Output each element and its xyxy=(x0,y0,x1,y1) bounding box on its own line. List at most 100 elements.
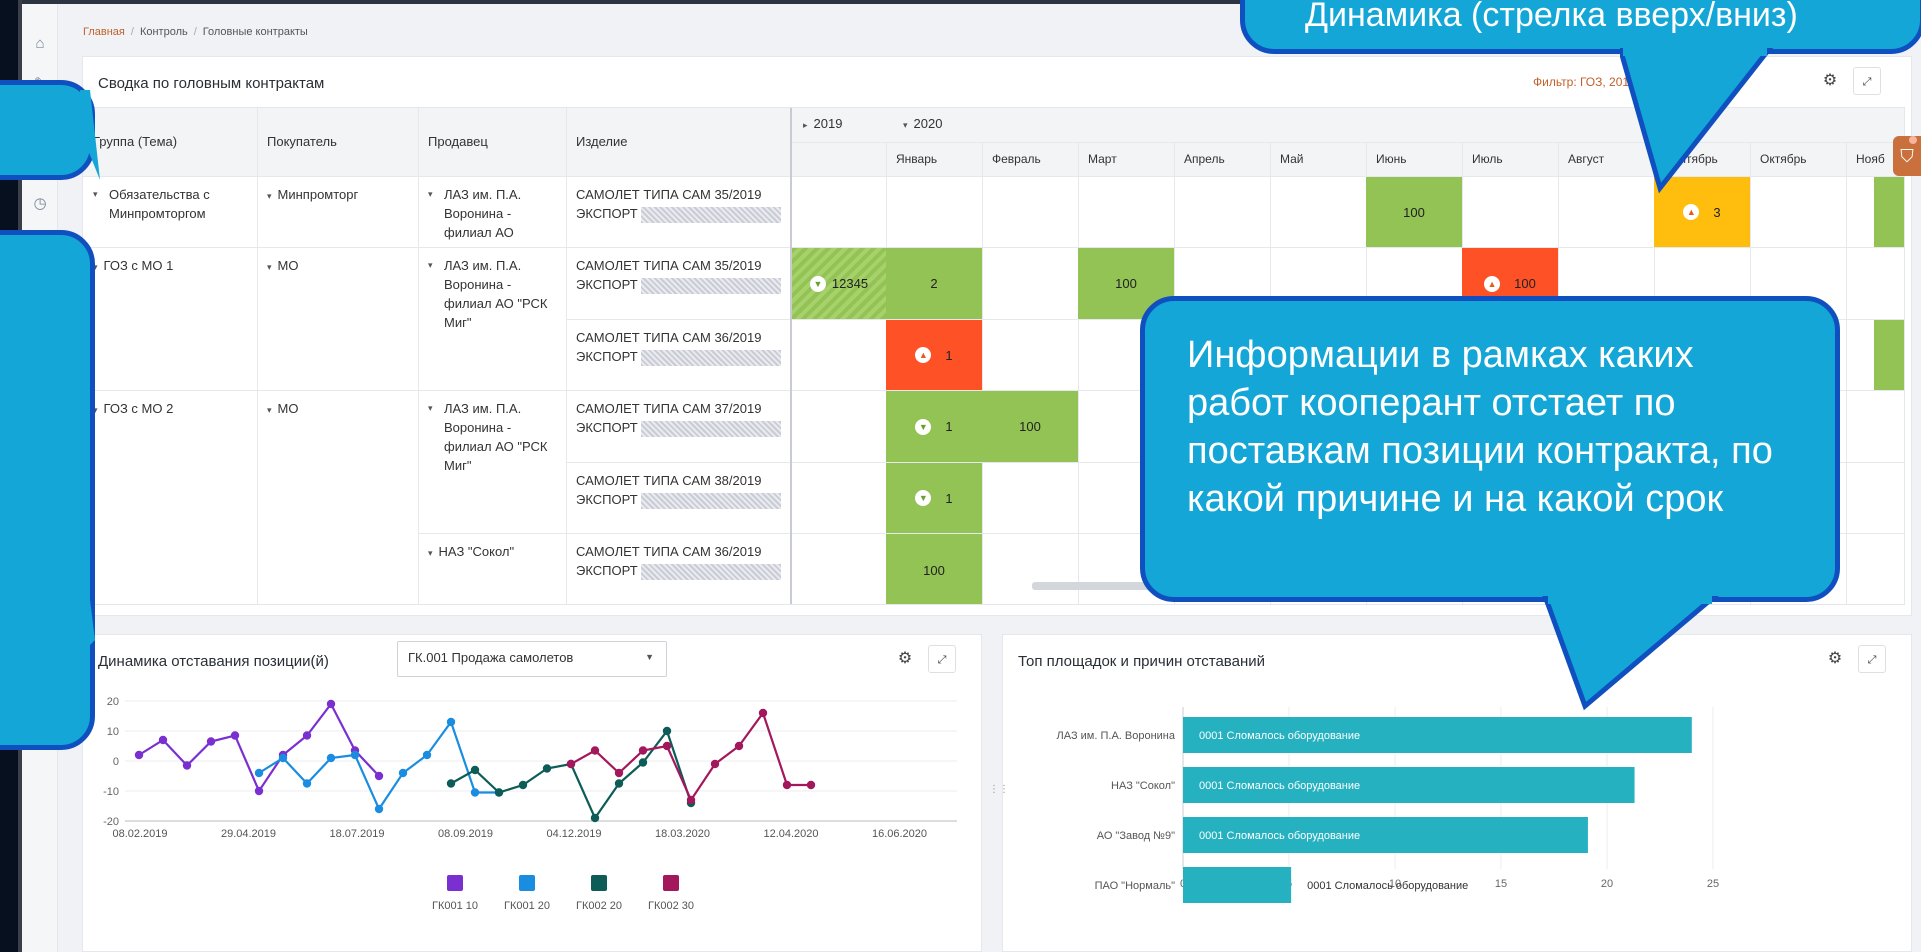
cell-r2-2019[interactable]: ▼ 12345 xyxy=(792,248,886,319)
seller-2[interactable]: ▾ ЛАЗ им. П.А. Воронина - филиал АО "РСК … xyxy=(428,256,558,332)
masked-text xyxy=(641,206,782,223)
breadcrumb-control[interactable]: Контроль xyxy=(140,26,188,38)
product-5[interactable]: САМОЛЕТ ТИПА САМ 38/2019 ЭКСПОРТ xyxy=(576,471,786,509)
expand-icon[interactable]: ⤢ xyxy=(1853,67,1881,95)
callout-left-top-tail xyxy=(80,90,100,180)
home-icon[interactable]: ⌂ xyxy=(30,34,50,54)
calendar-icon[interactable]: ◷ xyxy=(30,194,50,214)
data-point xyxy=(470,788,480,797)
data-point xyxy=(278,753,288,763)
data-point xyxy=(494,788,504,797)
data-point xyxy=(470,765,480,775)
settings-gear-icon[interactable]: ⚙ xyxy=(1816,67,1844,95)
data-point xyxy=(782,780,792,790)
month-jun: Июнь xyxy=(1376,152,1407,166)
cell-r4-feb[interactable]: 100 xyxy=(982,391,1078,462)
cell-r3-jan[interactable]: ▲ 1 xyxy=(886,320,982,390)
data-point xyxy=(254,786,264,796)
legend-label: ГК002 30 xyxy=(648,900,694,912)
arrow-up-icon: ▲ xyxy=(1683,204,1700,220)
breadcrumb: Главная / Контроль / Головные контракты xyxy=(83,26,308,38)
data-point xyxy=(326,699,336,709)
data-point xyxy=(758,708,768,718)
series-line xyxy=(450,728,693,821)
cell-r6-jan[interactable]: 100 xyxy=(886,534,982,604)
product-3[interactable]: САМОЛЕТ ТИПА САМ 36/2019 ЭКСПОРТ xyxy=(576,328,786,366)
legend-swatch xyxy=(519,875,535,891)
data-point xyxy=(566,759,576,769)
col-seller[interactable]: Продавец xyxy=(428,134,488,149)
product-1[interactable]: САМОЛЕТ ТИПА САМ 35/2019 ЭКСПОРТ xyxy=(576,185,786,223)
category-label: ПАО "Нормаль" xyxy=(1095,880,1176,892)
cell-r1-nov[interactable] xyxy=(1874,177,1904,247)
lag-expand-icon[interactable]: ⤢ xyxy=(928,645,956,673)
top-panel: Топ площадок и причин отставаний ⚙ ⤢ 051… xyxy=(1002,634,1912,952)
seller-4[interactable]: ▾ НАЗ "Сокол" xyxy=(428,542,558,563)
filter-tab-icon[interactable]: ⛉ xyxy=(1893,136,1921,176)
y-tick-label: 20 xyxy=(107,696,119,708)
arrow-down-icon: ▼ xyxy=(915,490,932,506)
col-buyer[interactable]: Покупатель xyxy=(267,134,337,149)
x-tick-label: 16.06.2020 xyxy=(872,828,927,840)
contract-select[interactable]: ГК.001 Продажа самолетов ▼ xyxy=(397,641,667,677)
callout-info-tail xyxy=(1542,596,1719,711)
masked-text xyxy=(641,277,782,294)
data-point xyxy=(734,741,744,751)
buyer-2[interactable]: ▾ МО xyxy=(267,256,298,277)
group-2[interactable]: ▾ ГОЗ с МО 1 xyxy=(93,256,173,277)
top-settings-gear-icon[interactable]: ⚙ xyxy=(1821,645,1849,673)
cell-r2-jan[interactable]: 2 xyxy=(886,248,982,319)
data-point xyxy=(686,795,696,805)
data-point xyxy=(614,779,624,788)
group-3[interactable]: ▾ ГОЗ с МО 2 xyxy=(93,399,173,420)
cell-r1-jun[interactable]: 100 xyxy=(1366,177,1462,247)
data-point xyxy=(446,717,456,727)
cell-r4-jan[interactable]: ▼ 1 xyxy=(886,391,982,462)
data-point xyxy=(182,761,192,770)
year-2019-toggle[interactable]: ▸ 2019 xyxy=(803,116,842,131)
cell-r3-nov[interactable] xyxy=(1874,320,1904,390)
buyer-3[interactable]: ▾ МО xyxy=(267,399,298,420)
data-point xyxy=(326,753,336,763)
col-product[interactable]: Изделие xyxy=(576,134,627,149)
breadcrumb-home[interactable]: Главная xyxy=(83,26,125,38)
product-2[interactable]: САМОЛЕТ ТИПА САМ 35/2019 ЭКСПОРТ xyxy=(576,256,786,294)
data-point xyxy=(446,779,456,788)
x-tick-label: 15 xyxy=(1495,878,1507,890)
series-line xyxy=(258,719,499,812)
year-2020-toggle[interactable]: ▾ 2020 xyxy=(903,116,942,131)
bar-label: 0001 Сломалось оборудование xyxy=(1199,730,1360,742)
y-tick-label: -20 xyxy=(103,816,119,828)
lag-title: Динамика отставания позиции(й) xyxy=(98,653,329,670)
month-mar: Март xyxy=(1088,152,1117,166)
data-point xyxy=(302,731,312,740)
lag-settings-gear-icon[interactable]: ⚙ xyxy=(891,645,919,673)
notification-dot xyxy=(1909,136,1917,144)
lag-chart-svg: 20 10 0 -10 -2008.02.2019 29.04.2019 18.07.201… xyxy=(103,696,957,912)
product-6[interactable]: САМОЛЕТ ТИПА САМ 36/2019 ЭКСПОРТ xyxy=(576,542,786,580)
x-tick-label: 08.09.2019 xyxy=(438,828,493,840)
legend-label: ГК001 10 xyxy=(432,900,478,912)
seller-1[interactable]: ▾ ЛАЗ им. П.А. Воронина - филиал АО xyxy=(428,185,558,242)
breadcrumb-current: Головные контракты xyxy=(202,26,308,38)
data-point xyxy=(638,746,648,755)
data-point xyxy=(638,758,648,767)
data-point xyxy=(230,731,240,740)
category-label: НАЗ "Сокол" xyxy=(1111,780,1175,792)
data-point xyxy=(374,771,384,781)
resize-handle[interactable]: ⋮⋮ xyxy=(989,784,1009,795)
cell-r5-jan[interactable]: ▼ 1 xyxy=(886,463,982,533)
month-nov: Нояб xyxy=(1856,152,1885,166)
x-tick-label: 04.12.2019 xyxy=(546,828,601,840)
legend-label: ГК001 20 xyxy=(504,900,550,912)
y-tick-label: 0 xyxy=(113,756,119,768)
bar xyxy=(1183,867,1292,903)
seller-3[interactable]: ▾ ЛАЗ им. П.А. Воронина - филиал АО "РСК … xyxy=(428,399,558,475)
top-expand-icon[interactable]: ⤢ xyxy=(1858,645,1886,673)
data-point xyxy=(614,768,624,778)
data-point xyxy=(710,759,720,769)
x-tick-label: 18.03.2020 xyxy=(655,828,710,840)
product-4[interactable]: САМОЛЕТ ТИПА САМ 37/2019 ЭКСПОРТ xyxy=(576,399,786,437)
buyer-1[interactable]: ▾ Минпромторг xyxy=(267,185,358,206)
group-1[interactable]: ▾ Обязательства с Минпромторгом xyxy=(93,185,243,223)
